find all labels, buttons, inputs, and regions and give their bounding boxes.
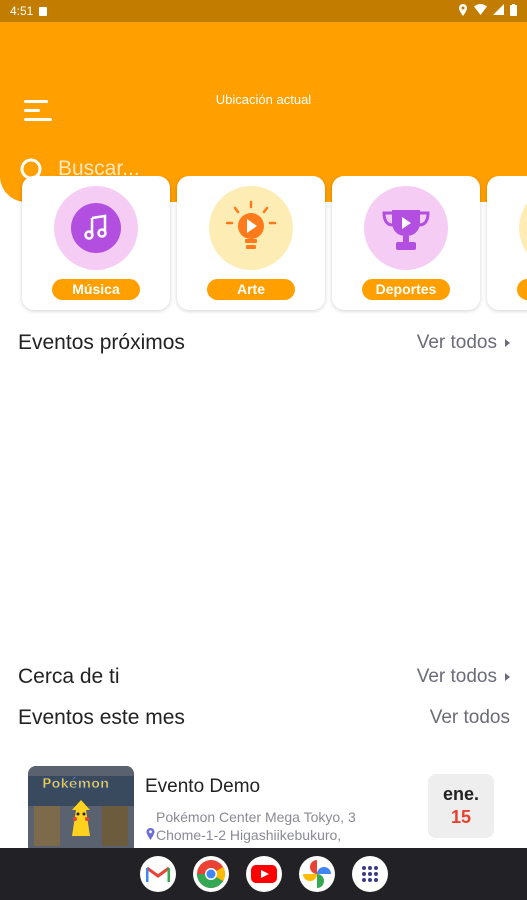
photos-icon[interactable] bbox=[299, 856, 335, 892]
chrome-icon[interactable] bbox=[193, 856, 229, 892]
event-address: Pokémon Center Mega Tokyo, 3 Chome-1-2 H… bbox=[146, 808, 386, 844]
see-all-label: Ver todos bbox=[416, 332, 497, 353]
category-circle bbox=[519, 186, 527, 270]
battery-icon bbox=[510, 3, 517, 19]
see-all-label: Ver todos bbox=[416, 666, 497, 687]
location-icon bbox=[458, 3, 468, 19]
event-date-month: ene. bbox=[442, 784, 480, 804]
current-location-title[interactable]: Ubicación actual bbox=[0, 92, 527, 107]
section-title-nearby: Cerca de ti bbox=[18, 665, 120, 688]
lightbulb-play-icon bbox=[225, 200, 277, 249]
category-list[interactable]: Música Arte Deportes bbox=[0, 176, 527, 316]
category-card-deportes[interactable]: Deportes bbox=[332, 176, 480, 310]
category-card-partial[interactable] bbox=[487, 176, 527, 310]
header: Ubicación actual bbox=[0, 22, 527, 202]
sd-card-icon bbox=[39, 6, 48, 16]
gmail-icon[interactable] bbox=[140, 856, 176, 892]
system-dock bbox=[0, 848, 527, 900]
chevron-right-icon bbox=[505, 339, 510, 347]
category-label-musica: Música bbox=[52, 279, 140, 300]
status-time: 4:51 bbox=[10, 4, 34, 18]
see-all-this-month-link[interactable]: Ver todos bbox=[430, 707, 510, 729]
svg-text:Pokémon: Pokémon bbox=[42, 777, 109, 792]
category-circle bbox=[54, 186, 138, 270]
category-card-musica[interactable]: Música bbox=[22, 176, 170, 310]
see-all-upcoming-link[interactable]: Ver todos bbox=[417, 332, 510, 354]
category-circle bbox=[364, 186, 448, 270]
section-upcoming-header: Eventos próximos Ver todos bbox=[18, 328, 510, 358]
event-card[interactable]: Pokémon Evento Demo Pokémon Center Mega … bbox=[28, 766, 508, 856]
section-this-month-header: Eventos este mes Ver todos bbox=[18, 703, 510, 733]
chevron-right-icon bbox=[505, 673, 510, 681]
event-thumbnail-image: Pokémon bbox=[28, 766, 134, 854]
trophy-icon bbox=[382, 210, 430, 250]
event-date-day: 15 bbox=[450, 807, 472, 827]
category-label-partial bbox=[517, 279, 527, 300]
event-title: Evento Demo bbox=[145, 776, 261, 797]
section-title-upcoming: Eventos próximos bbox=[18, 331, 185, 354]
location-pin-icon bbox=[146, 828, 155, 840]
app-drawer-icon[interactable] bbox=[352, 856, 388, 892]
section-nearby-header: Cerca de ti Ver todos bbox=[18, 662, 510, 692]
youtube-icon[interactable] bbox=[246, 856, 282, 892]
see-all-label: Ver todos bbox=[429, 707, 510, 728]
signal-icon bbox=[493, 4, 504, 18]
category-label-deportes: Deportes bbox=[362, 279, 450, 300]
category-circle bbox=[209, 186, 293, 270]
category-label-arte: Arte bbox=[207, 279, 295, 300]
see-all-nearby-link[interactable]: Ver todos bbox=[417, 666, 510, 688]
wifi-icon bbox=[474, 4, 487, 18]
event-address-line1: Pokémon Center Mega Tokyo, 3 bbox=[156, 809, 356, 825]
status-bar: 4:51 bbox=[0, 0, 527, 22]
category-card-arte[interactable]: Arte bbox=[177, 176, 325, 310]
section-title-this-month: Eventos este mes bbox=[18, 706, 185, 729]
event-date-badge: ene. 15 bbox=[428, 774, 494, 838]
event-address-line2: Chome-1-2 Higashiikebukuro, bbox=[156, 827, 342, 843]
music-note-icon bbox=[84, 214, 107, 240]
status-icons bbox=[458, 3, 517, 19]
